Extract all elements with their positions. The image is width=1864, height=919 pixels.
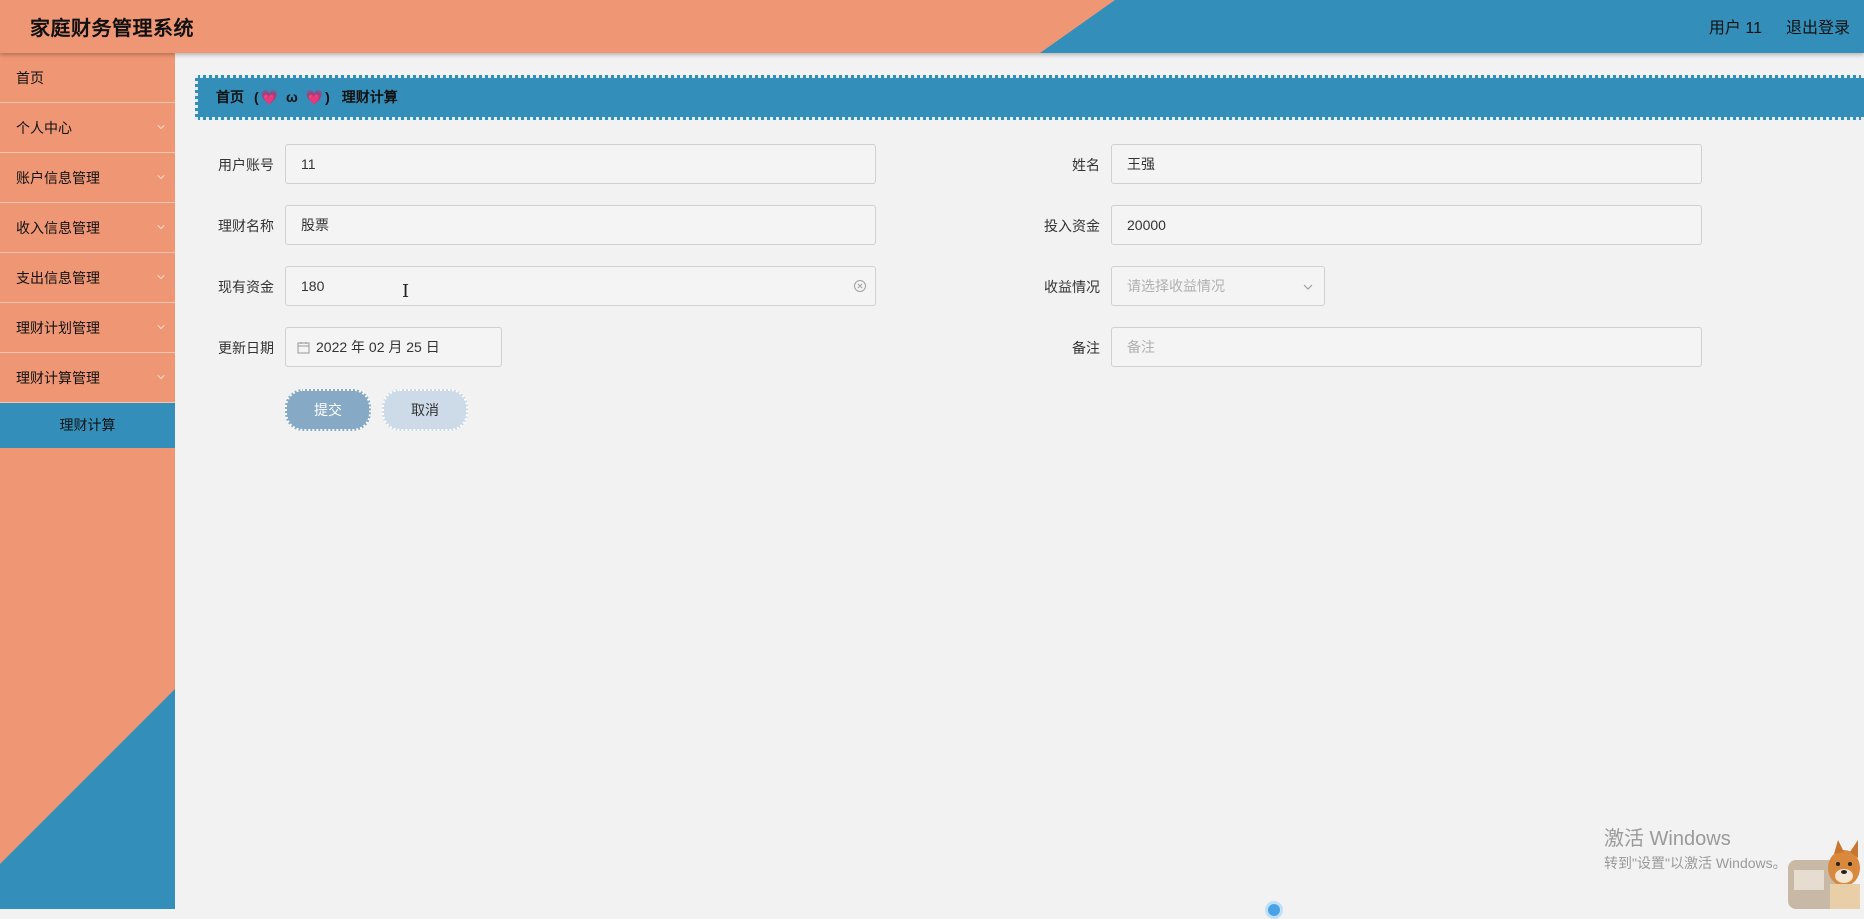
sidebar-item-expense-info[interactable]: 支出信息管理 <box>0 253 175 303</box>
app-title: 家庭财务管理系统 <box>30 18 194 40</box>
product-value: 股票 <box>301 217 329 233</box>
clear-icon[interactable] <box>853 279 867 293</box>
current-funds-value: 180 <box>301 278 325 294</box>
remark-label: 备注 <box>1072 340 1100 356</box>
profit-select[interactable]: 请选择收益情况 <box>1111 266 1325 306</box>
header-orange-band <box>0 0 1115 53</box>
sidebar-item-label: 理财计算管理 <box>16 370 100 386</box>
top-header: 家庭财务管理系统 用户 11 退出登录 <box>0 0 1864 53</box>
cancel-button[interactable]: 取消 <box>382 389 468 431</box>
name-field[interactable]: 王强 <box>1111 144 1702 184</box>
chevron-down-icon <box>157 125 165 130</box>
main-content: 首页 (💗 ω 💗) 理财计算 用户账号 11 姓名 王强 理财名称 股票 投入… <box>175 53 1864 909</box>
header-user-area: 用户 11 退出登录 <box>1709 14 1850 38</box>
chevron-down-icon <box>157 375 165 380</box>
date-picker[interactable]: 2022 年 02 月 25 日 <box>285 327 502 367</box>
sidebar-item-label: 收入信息管理 <box>16 220 100 236</box>
sidebar-item-label: 支出信息管理 <box>16 270 100 286</box>
chevron-down-icon <box>157 175 165 180</box>
profit-placeholder: 请选择收益情况 <box>1127 278 1225 294</box>
breadcrumb: 首页 (💗 ω 💗) 理财计算 <box>195 75 1864 120</box>
sidebar-item-label: 首页 <box>16 70 44 86</box>
chevron-down-icon <box>1303 284 1313 290</box>
account-field[interactable]: 11 <box>285 144 876 184</box>
chevron-down-icon <box>157 275 165 280</box>
breadcrumb-separator: (💗 ω 💗) <box>254 89 332 105</box>
profit-label: 收益情况 <box>1044 279 1100 295</box>
sidebar-item-income-info[interactable]: 收入信息管理 <box>0 203 175 253</box>
breadcrumb-current: 理财计算 <box>341 89 398 105</box>
date-value: 2022 年 02 月 25 日 <box>316 339 440 355</box>
text-cursor-icon: I <box>402 281 410 302</box>
dog-mascot-icon <box>1788 840 1860 909</box>
logout-button[interactable]: 退出登录 <box>1786 14 1850 38</box>
sidebar-item-personal-center[interactable]: 个人中心 <box>0 103 175 153</box>
sidebar-item-label: 账户信息管理 <box>16 170 100 186</box>
sidebar-item-finance-plan[interactable]: 理财计划管理 <box>0 303 175 353</box>
chevron-down-icon <box>157 325 165 330</box>
scroll-indicator-dot[interactable] <box>1265 901 1283 919</box>
name-label: 姓名 <box>1072 157 1100 173</box>
sidebar-item-home[interactable]: 首页 <box>0 53 175 103</box>
sidebar-item-account-info[interactable]: 账户信息管理 <box>0 153 175 203</box>
chevron-down-icon <box>157 225 165 230</box>
investment-label: 投入资金 <box>1044 218 1100 234</box>
windows-activation-watermark: 激活 Windows 转到"设置"以激活 Windows。 <box>1604 822 1787 873</box>
sidebar-item-finance-calc[interactable]: 理财计算管理 <box>0 353 175 403</box>
remark-field[interactable]: 备注 <box>1111 327 1702 367</box>
breadcrumb-home[interactable]: 首页 <box>216 78 244 117</box>
product-field[interactable]: 股票 <box>285 205 876 245</box>
sidebar-subitem-finance-calc[interactable]: 理财计算 <box>0 403 175 448</box>
sidebar: 首页 个人中心 账户信息管理 收入信息管理 支出信息管理 理财计划管理 理财计算… <box>0 53 175 909</box>
watermark-title: 激活 Windows <box>1604 828 1731 850</box>
calendar-icon <box>297 342 310 354</box>
sidebar-item-label: 理财计划管理 <box>16 320 100 336</box>
product-label: 理财名称 <box>218 218 274 234</box>
watermark-subtitle: 转到"设置"以激活 Windows。 <box>1604 855 1787 871</box>
investment-field[interactable]: 20000 <box>1111 205 1702 245</box>
name-value: 王强 <box>1127 156 1155 172</box>
sidebar-menu: 首页 个人中心 账户信息管理 收入信息管理 支出信息管理 理财计划管理 理财计算… <box>0 53 175 448</box>
account-value: 11 <box>301 156 316 172</box>
submit-button[interactable]: 提交 <box>285 389 371 431</box>
remark-placeholder: 备注 <box>1127 339 1155 355</box>
account-label: 用户账号 <box>218 157 274 173</box>
date-label: 更新日期 <box>218 340 274 356</box>
user-name-link[interactable]: 用户 11 <box>1709 14 1762 38</box>
investment-value: 20000 <box>1127 217 1166 233</box>
current-funds-label: 现有资金 <box>218 279 274 295</box>
current-funds-field[interactable]: 180 <box>285 266 876 306</box>
sidebar-item-label: 个人中心 <box>16 120 72 136</box>
